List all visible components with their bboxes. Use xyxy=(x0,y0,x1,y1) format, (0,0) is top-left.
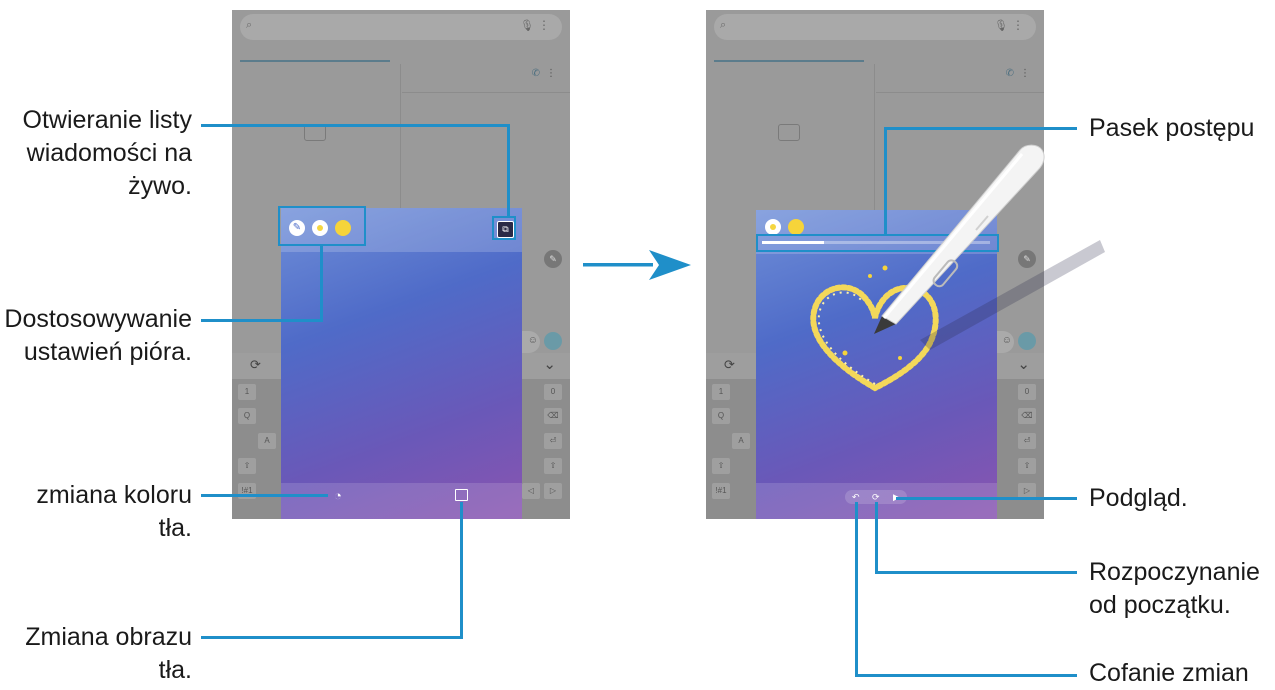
tab-indicator xyxy=(714,60,864,62)
callout-restart: Rozpoczynanie od początku. xyxy=(1089,558,1260,619)
arrow-key[interactable]: ◁ xyxy=(522,483,540,499)
callout-line-live-list xyxy=(507,124,510,217)
callout-bg-image: Zmiana obrazu tła. xyxy=(25,623,192,684)
callout-progress-bar: Pasek postępu xyxy=(1089,114,1255,142)
send-button[interactable] xyxy=(544,332,562,350)
symbols-key[interactable]: !#1 xyxy=(238,483,256,499)
keyboard-key[interactable]: Q xyxy=(712,408,730,424)
keyboard-key[interactable]: A xyxy=(258,433,276,449)
microphone-icon[interactable]: 🎙 xyxy=(520,19,534,32)
backspace-key[interactable]: ⌫ xyxy=(544,408,562,424)
phone-icon[interactable]: ✆ xyxy=(532,68,540,79)
live-message-panel-left[interactable] xyxy=(281,208,522,519)
callout-line-pen xyxy=(320,245,323,321)
keyboard-key[interactable]: A xyxy=(732,433,750,449)
callout-line-restart xyxy=(875,571,1077,574)
shift-key[interactable]: ⇧ xyxy=(238,458,256,474)
callout-line-restart xyxy=(875,502,878,573)
panel-bottom-bar xyxy=(281,483,522,519)
search-bar[interactable]: ⌕ 🎙 ⋮ xyxy=(714,14,1036,40)
callout-live-list: Otwieranie listy wiadomości na żywo. xyxy=(22,106,193,200)
callout-undo: Cofanie zmian xyxy=(1089,659,1249,687)
pen-size-button[interactable] xyxy=(765,219,781,235)
keyboard-key[interactable]: 1 xyxy=(712,384,730,400)
keyboard-collapse-icon[interactable]: ⌄ xyxy=(543,355,556,373)
pen-fab-button[interactable]: ✎ xyxy=(544,250,562,268)
live-list-highlight xyxy=(492,216,516,240)
more-options-icon[interactable]: ⋮ xyxy=(1012,18,1024,32)
callout-line-preview xyxy=(896,497,1077,500)
keyboard-sync-icon[interactable]: ⟳ xyxy=(250,357,261,373)
shift-key[interactable]: ⇧ xyxy=(544,458,562,474)
callout-line-live-list xyxy=(201,124,510,127)
microphone-icon[interactable]: 🎙 xyxy=(994,19,1008,32)
sticker-icon[interactable]: ☺ xyxy=(528,335,538,346)
search-icon: ⌕ xyxy=(720,19,727,31)
callout-line-bg-image xyxy=(201,636,463,639)
tab-indicator xyxy=(240,60,390,62)
header-divider xyxy=(402,92,570,93)
keyboard-key[interactable]: 1 xyxy=(238,384,256,400)
header-divider xyxy=(876,92,1044,93)
callout-bg-color: zmiana koloru tła. xyxy=(36,481,192,542)
enter-key[interactable]: ⏎ xyxy=(1018,433,1036,449)
arrow-key[interactable]: ▷ xyxy=(544,483,562,499)
pen-settings-highlight xyxy=(278,206,366,246)
callout-line-bg-color xyxy=(201,494,328,497)
symbols-key[interactable]: !#1 xyxy=(712,483,730,499)
tab-bar xyxy=(714,44,1036,66)
keyboard-collapse-icon[interactable]: ⌄ xyxy=(1017,355,1030,373)
callout-preview: Podgląd. xyxy=(1089,484,1188,512)
enter-key[interactable]: ⏎ xyxy=(544,433,562,449)
keyboard-key[interactable]: 0 xyxy=(544,384,562,400)
shift-key[interactable]: ⇧ xyxy=(1018,458,1036,474)
backspace-key[interactable]: ⌫ xyxy=(1018,408,1036,424)
callout-line-undo xyxy=(855,502,858,676)
conversation-more-icon[interactable]: ⋮ xyxy=(546,68,556,79)
tab-bar xyxy=(240,44,562,66)
search-bar[interactable]: ⌕ 🎙 ⋮ xyxy=(240,14,562,40)
callout-line-progress xyxy=(884,127,887,235)
callout-line-pen xyxy=(201,319,323,322)
keyboard-key[interactable]: Q xyxy=(238,408,256,424)
callout-line-undo xyxy=(855,674,1077,677)
callout-pen-settings: Dostosowywanie ustawień pióra. xyxy=(4,305,192,366)
conversation-more-icon[interactable]: ⋮ xyxy=(1020,68,1030,79)
blue-right-arrow-icon xyxy=(583,250,691,280)
callout-line-bg-image xyxy=(460,502,463,639)
keyboard-sync-icon[interactable]: ⟳ xyxy=(724,357,735,373)
callout-line-progress xyxy=(884,127,1077,130)
s-pen-icon xyxy=(874,144,1105,350)
phone-icon[interactable]: ✆ xyxy=(1006,68,1014,79)
empty-chat-icon xyxy=(778,124,800,141)
image-icon[interactable] xyxy=(455,489,468,501)
shift-key[interactable]: ⇧ xyxy=(712,458,730,474)
more-options-icon[interactable]: ⋮ xyxy=(538,18,550,32)
keyboard-key[interactable]: 0 xyxy=(1018,384,1036,400)
search-icon: ⌕ xyxy=(246,19,253,31)
palette-icon[interactable]: ◔ xyxy=(334,488,342,503)
pen-color-button[interactable] xyxy=(788,219,804,235)
empty-chat-icon xyxy=(304,124,326,141)
